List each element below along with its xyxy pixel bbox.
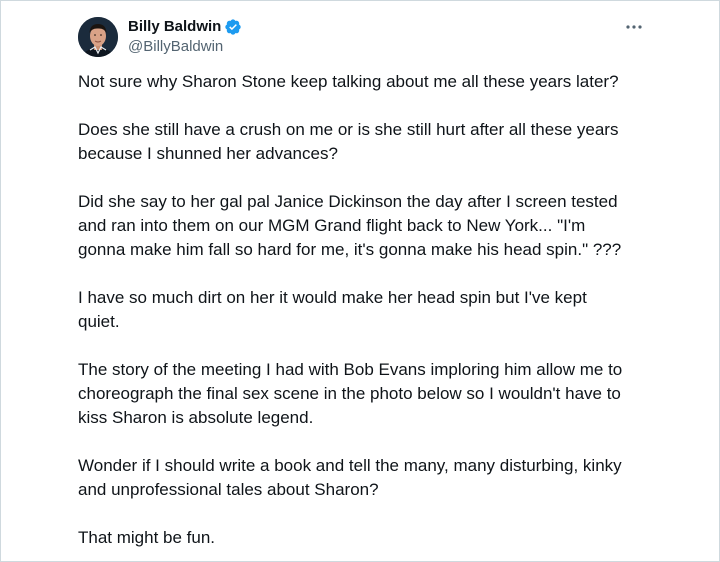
author-display-name[interactable]: Billy Baldwin bbox=[128, 17, 221, 37]
tweet-paragraph: Wonder if I should write a book and tell… bbox=[78, 456, 622, 499]
tweet-paragraph: Does she still have a crush on me or is … bbox=[78, 120, 619, 163]
tweet-paragraph: I have so much dirt on her it would make… bbox=[78, 288, 587, 331]
tweet-text: Not sure why Sharon Stone keep talking a… bbox=[78, 70, 678, 550]
tweet-card: Billy Baldwin @BillyBaldwin Not sure why… bbox=[0, 0, 720, 562]
author-handle[interactable]: @BillyBaldwin bbox=[128, 38, 223, 56]
more-options-icon[interactable] bbox=[622, 18, 646, 36]
tweet-paragraph: Not sure why Sharon Stone keep talking a… bbox=[78, 72, 619, 91]
tweet-paragraph: That might be fun. bbox=[78, 528, 216, 547]
tweet-paragraph: Did she say to her gal pal Janice Dickin… bbox=[78, 192, 622, 259]
avatar[interactable] bbox=[78, 17, 118, 57]
author-name-row: Billy Baldwin bbox=[128, 16, 242, 38]
tweet-paragraph: The story of the meeting I had with Bob … bbox=[78, 360, 623, 427]
verified-badge-icon bbox=[224, 18, 242, 36]
